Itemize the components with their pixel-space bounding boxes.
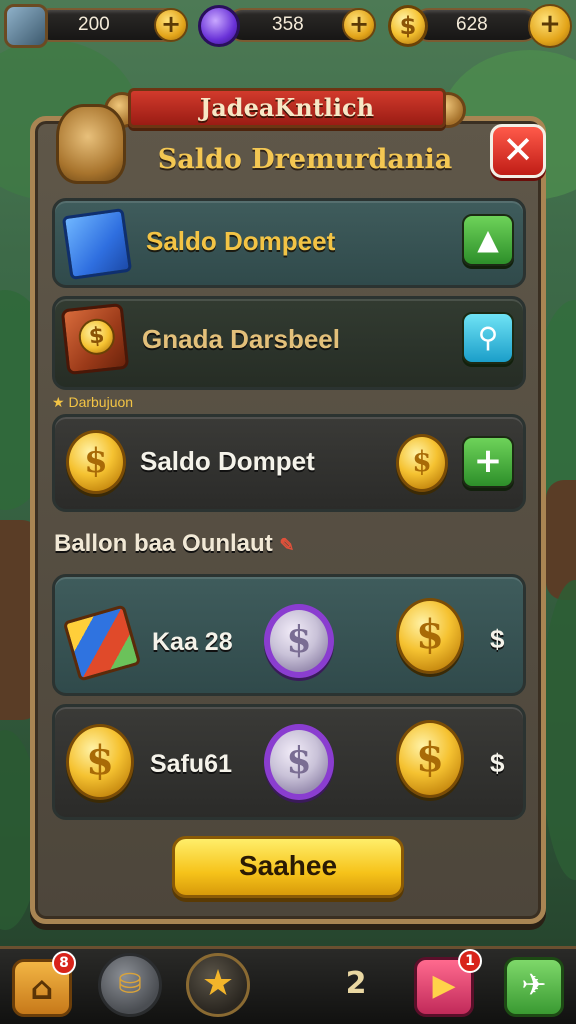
lion-crest-icon [56, 104, 126, 184]
star-icon: ★ [201, 963, 235, 1004]
balance-label: Kaa 28 [152, 628, 233, 656]
gold-coin-icon: $ [396, 598, 464, 674]
upgrade-button[interactable]: ▲ [462, 214, 514, 266]
gold-count: 628 [456, 14, 488, 35]
gold-coin-icon: $ [388, 5, 428, 47]
add-wallet-button[interactable]: + [462, 436, 514, 488]
key-icon: ⚲ [477, 321, 499, 354]
airplane-icon: ✈ [521, 968, 547, 1003]
wallet-label: Saldo Dompet [140, 446, 315, 476]
section-heading-text: Ballon baa Ounlaut [54, 530, 273, 557]
blue-book-icon [61, 207, 133, 281]
add-orbs-button[interactable]: + [342, 8, 376, 42]
nav-shop-button[interactable]: ⛁ [98, 953, 162, 1017]
nav-favorites-button[interactable]: ★ [186, 953, 250, 1017]
up-arrow-icon: ▲ [477, 223, 499, 256]
currency-symbol: $ [490, 624, 505, 654]
play-store-icon: ▶ [432, 968, 456, 1003]
caption-text: Darbujuon [68, 394, 134, 410]
currency-symbol: $ [490, 748, 505, 778]
silver-coin-icon: $ [264, 604, 334, 678]
bag-icon: ⛁ [118, 967, 142, 1000]
gold-coin-icon: $ [66, 430, 126, 494]
gold-coin-icon: $ [396, 720, 464, 798]
pencil-icon: ✎ [279, 535, 295, 555]
play-badge: 1 [458, 949, 482, 973]
silver-coin-icon: $ [264, 724, 334, 800]
coin-chest-icon: $ [60, 302, 130, 376]
plus-icon: + [473, 441, 503, 481]
add-crates-button[interactable]: + [154, 8, 188, 42]
crate-icon [4, 4, 48, 48]
nav-trophy-button[interactable]: 2 [328, 959, 384, 1015]
add-gold-button[interactable]: + [528, 4, 572, 48]
unlock-button[interactable]: ⚲ [462, 312, 514, 364]
star-caption: ★ Darbujuon [52, 394, 133, 411]
list-item-label: Gnada Darsbeel [142, 324, 340, 354]
crates-count: 200 [78, 14, 110, 35]
resource-pill-gold: 628 [412, 8, 540, 42]
gold-coin-icon: $ [66, 724, 134, 800]
coin-emblem-icon: $ [76, 317, 117, 357]
dialog-banner: JadeaKntlich [128, 88, 446, 128]
dialog-title: Saldo Dremurdania [157, 144, 453, 175]
home-badge: 8 [52, 951, 76, 975]
bottom-nav: ⌂ 8 ⛁ ★ 2 ▶ 1 ✈ [0, 946, 576, 1024]
orbs-count: 358 [272, 14, 304, 35]
trophy-icon: 2 [345, 966, 367, 1001]
close-button[interactable]: ✕ [490, 124, 546, 178]
banner-title: JadeaKntlich [199, 93, 375, 122]
nav-travel-button[interactable]: ✈ [504, 957, 564, 1017]
gold-coin-icon: $ [396, 434, 448, 492]
small-star-icon: ★ [52, 394, 65, 410]
balance-label: Safu61 [150, 750, 232, 778]
close-icon: ✕ [502, 128, 534, 172]
section-heading: Ballon baa Ounlaut ✎ [54, 530, 294, 558]
purple-orb-icon [198, 5, 240, 47]
list-item-label: Saldo Dompeet [146, 226, 336, 256]
home-icon: ⌂ [30, 969, 54, 1007]
resource-bar: 200 + 358 + 628 $ + [0, 0, 576, 56]
save-button[interactable]: Saahee [172, 836, 404, 898]
